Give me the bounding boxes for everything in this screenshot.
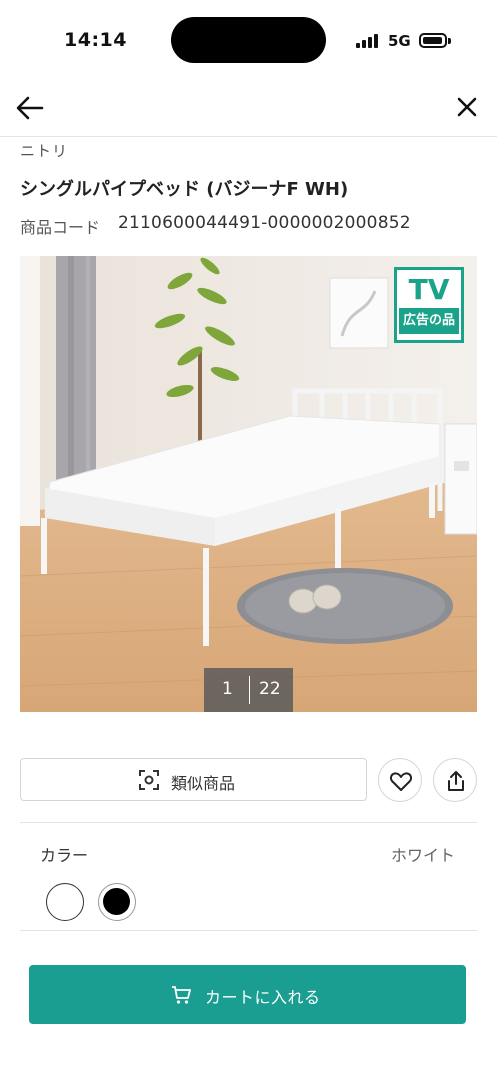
status-bar: 14:14 5G	[0, 0, 497, 82]
add-to-cart-button[interactable]: カートに入れる	[29, 965, 466, 1024]
image-total: 22	[259, 679, 281, 699]
counter-separator	[249, 676, 250, 704]
heart-icon	[389, 772, 413, 791]
share-icon	[448, 771, 464, 791]
color-swatch-black[interactable]	[98, 883, 136, 921]
product-code-label: 商品コード	[20, 218, 101, 237]
arrow-left-icon[interactable]	[14, 92, 46, 124]
product-title: シングルパイプベッド (バジーナF WH)	[20, 179, 349, 200]
color-swatch-white[interactable]	[46, 883, 84, 921]
divider	[20, 822, 477, 823]
tv-ad-badge: TV 広告の品	[394, 267, 464, 343]
divider	[20, 930, 477, 931]
network-label: 5G	[388, 32, 411, 50]
battery-icon	[419, 33, 447, 48]
battery-cap	[448, 38, 451, 44]
product-code-value: 2110600044491-0000002000852	[118, 213, 411, 233]
product-image-carousel[interactable]: TV 広告の品 1 22	[20, 256, 477, 712]
nav-bar	[0, 82, 497, 137]
selected-color: ホワイト	[390, 846, 455, 865]
similar-products-button[interactable]: 類似商品	[20, 758, 367, 801]
add-to-cart-label: カートに入れる	[205, 988, 321, 1007]
cart-icon	[172, 986, 191, 1004]
camera-scan-icon	[139, 770, 159, 790]
signal-icon	[356, 34, 380, 48]
tv-badge-subtitle: 広告の品	[399, 308, 459, 334]
similar-products-label: 類似商品	[171, 774, 236, 793]
tv-badge-title: TV	[408, 273, 450, 306]
share-button[interactable]	[433, 758, 477, 802]
status-time: 14:14	[64, 29, 127, 51]
image-index: 1	[222, 679, 233, 699]
favorite-button[interactable]	[378, 758, 422, 802]
dynamic-island	[171, 17, 326, 63]
close-icon[interactable]	[452, 92, 482, 122]
brand-name: ニトリ	[20, 142, 69, 160]
image-counter: 1 22	[204, 668, 293, 712]
color-label: カラー	[40, 846, 89, 865]
